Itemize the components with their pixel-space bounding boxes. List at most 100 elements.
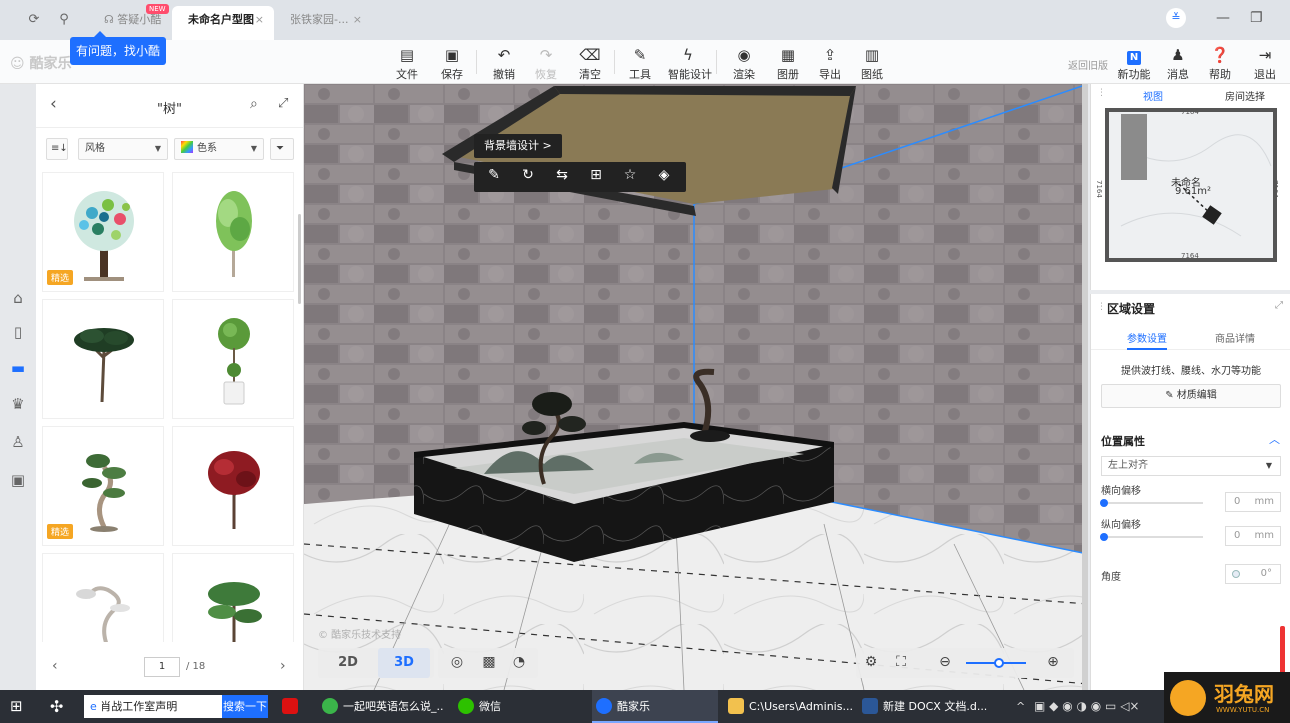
v-offset-input[interactable]: 0 mm: [1225, 526, 1281, 546]
product-card[interactable]: 精选: [42, 426, 164, 546]
taskbar-search-input[interactable]: e 肖战工作室声明: [84, 695, 222, 718]
tab-product-details[interactable]: 商品详情: [1215, 330, 1255, 345]
tab-room-select[interactable]: 房间选择: [1225, 88, 1265, 103]
taskbar-item-kujiale[interactable]: 酷家乐: [592, 690, 718, 723]
material-edit-button[interactable]: ✎ 材质编辑: [1101, 384, 1281, 408]
h-offset-input[interactable]: 0 mm: [1225, 492, 1281, 512]
slider-knob[interactable]: [1100, 533, 1108, 541]
product-card[interactable]: [42, 299, 164, 419]
save-button[interactable]: ▣ 保存: [434, 46, 470, 82]
door-icon[interactable]: ▯: [6, 320, 30, 344]
star-icon[interactable]: ☆: [620, 167, 640, 183]
product-card[interactable]: [42, 553, 164, 642]
tab-zhangtie[interactable]: 张铁家园-... ×: [274, 6, 372, 40]
file-button[interactable]: ▤ 文件: [389, 46, 425, 82]
crown-icon[interactable]: ♛: [6, 392, 30, 416]
cube-icon[interactable]: ▩: [480, 654, 498, 670]
exit-button[interactable]: ⇥ 退出: [1247, 46, 1283, 82]
product-card[interactable]: [172, 299, 294, 419]
tab-view[interactable]: 视图: [1143, 88, 1163, 103]
eye-icon[interactable]: ◎: [448, 654, 466, 670]
smart-design-button[interactable]: ϟ 智能设计: [668, 46, 712, 82]
tray-icons[interactable]: ▣ ◆ ◉ ◑ ◉ ▭ ◁×: [1034, 690, 1140, 723]
app-launcher-icon[interactable]: ✣: [50, 690, 74, 723]
chevron-down-icon[interactable]: ≚: [1166, 8, 1186, 28]
3d-viewport[interactable]: 背景墙设计 > ✎ ↻ ⇆ ⊞ ☆ ◈ © 酷家乐技术支持 2D 3D ◎ ▩ …: [304, 84, 1088, 690]
camera-settings-icon[interactable]: ⚙: [862, 654, 880, 670]
album-button[interactable]: ▦ 图册: [770, 46, 806, 82]
product-card[interactable]: 精选: [42, 172, 164, 292]
sort-icon[interactable]: ≡↓: [46, 138, 68, 160]
chevron-up-icon[interactable]: ︿: [1269, 431, 1280, 447]
zoom-slider-knob[interactable]: [994, 658, 1004, 668]
cabinet-icon[interactable]: ▣: [6, 468, 30, 492]
taskbar-item-word[interactable]: 新建 DOCX 文档.d...: [862, 690, 990, 723]
house-icon[interactable]: ⌂: [6, 286, 30, 310]
new-feature-button[interactable]: N 新功能: [1116, 46, 1152, 82]
clear-button[interactable]: ⌫ 清空: [572, 46, 608, 82]
page-input[interactable]: 1: [144, 657, 180, 677]
view-3d-button[interactable]: 3D: [378, 648, 430, 678]
undo-button[interactable]: ↶ 撤销: [486, 46, 522, 82]
taskbar-search-button[interactable]: 搜索一下: [222, 695, 268, 718]
color-select[interactable]: 色系 ▼: [174, 138, 264, 160]
pencil-icon[interactable]: ✎: [484, 167, 504, 183]
redo-button[interactable]: ↷ 恢复: [528, 46, 564, 82]
angle-input[interactable]: 0°: [1225, 564, 1281, 584]
expand-icon[interactable]: ⤢: [1275, 300, 1283, 311]
next-page-icon[interactable]: ›: [280, 658, 286, 674]
acrobat-icon[interactable]: [282, 690, 304, 723]
link-icon[interactable]: ⚲: [56, 12, 72, 28]
export-button[interactable]: ⇪ 导出: [812, 46, 848, 82]
eraser-icon[interactable]: ◈: [654, 167, 674, 183]
product-card[interactable]: [172, 553, 294, 642]
mirror-icon[interactable]: ⇆: [552, 167, 572, 183]
product-card[interactable]: [172, 426, 294, 546]
yutu-logo-icon: [1170, 680, 1206, 716]
drag-handle-icon[interactable]: ⋮: [1097, 302, 1106, 312]
user-icon[interactable]: ♙: [6, 430, 30, 454]
back-old-link[interactable]: 返回旧版: [1068, 57, 1108, 72]
windows-start-icon[interactable]: ⊞: [10, 690, 30, 723]
taskbar-item-explorer[interactable]: C:\Users\Adminis...: [728, 690, 852, 723]
search-icon[interactable]: ⌕: [250, 96, 258, 112]
sofa-icon[interactable]: ▬: [6, 356, 30, 380]
refresh-icon[interactable]: ⟳: [26, 12, 42, 28]
expand-icon[interactable]: ⤢: [278, 96, 288, 111]
background-wall-design-button[interactable]: 背景墙设计 >: [474, 134, 562, 158]
v-offset-slider[interactable]: [1100, 533, 1203, 541]
minimize-icon[interactable]: —: [1216, 10, 1230, 26]
align-select[interactable]: 左上对齐 ▼: [1101, 456, 1281, 476]
messages-button[interactable]: ♟ 消息: [1160, 46, 1196, 82]
restore-icon[interactable]: ❐: [1250, 10, 1263, 26]
tab-params[interactable]: 参数设置: [1127, 330, 1167, 350]
close-icon[interactable]: ×: [353, 6, 362, 34]
view-2d-button[interactable]: 2D: [322, 648, 374, 678]
dim-right: 7164: [1271, 180, 1279, 198]
fit-view-icon[interactable]: ⛶: [892, 654, 910, 670]
slider-knob[interactable]: [1100, 499, 1108, 507]
drawing-button[interactable]: ▥ 图纸: [854, 46, 890, 82]
panel-scrollbar[interactable]: [298, 214, 301, 304]
product-card[interactable]: [172, 172, 294, 292]
tools-button[interactable]: ✎ 工具: [622, 46, 658, 82]
taskbar-item-wechat[interactable]: 微信: [458, 690, 548, 723]
duplicate-icon[interactable]: ⊞: [586, 167, 606, 183]
rotate-icon[interactable]: ↻: [518, 167, 538, 183]
style-select[interactable]: 风格 ▼: [78, 138, 168, 160]
zoom-out-icon[interactable]: ⊖: [936, 654, 954, 670]
taskbar-item-browser[interactable]: 一起吧英语怎么说_...: [322, 690, 444, 723]
zoom-in-icon[interactable]: ⊕: [1044, 654, 1062, 670]
tray-chevron-up-icon[interactable]: ^: [1016, 690, 1025, 723]
filter-icon[interactable]: ⏷: [270, 138, 294, 160]
minimap-tabs: ⋮ 视图 房间选择: [1091, 84, 1290, 106]
help-button[interactable]: ❓ 帮助: [1202, 46, 1238, 82]
close-icon[interactable]: ×: [255, 6, 264, 34]
h-offset-slider[interactable]: [1100, 499, 1203, 507]
tab-floorplan[interactable]: 未命名户型图 ×: [172, 6, 274, 40]
dim-top: 7164: [1181, 108, 1199, 116]
drag-handle-icon[interactable]: ⋮: [1097, 88, 1106, 98]
prev-page-icon[interactable]: ‹: [52, 658, 58, 674]
gauge-icon[interactable]: ◔: [510, 654, 528, 670]
render-button[interactable]: ◉ 渲染: [726, 46, 762, 82]
